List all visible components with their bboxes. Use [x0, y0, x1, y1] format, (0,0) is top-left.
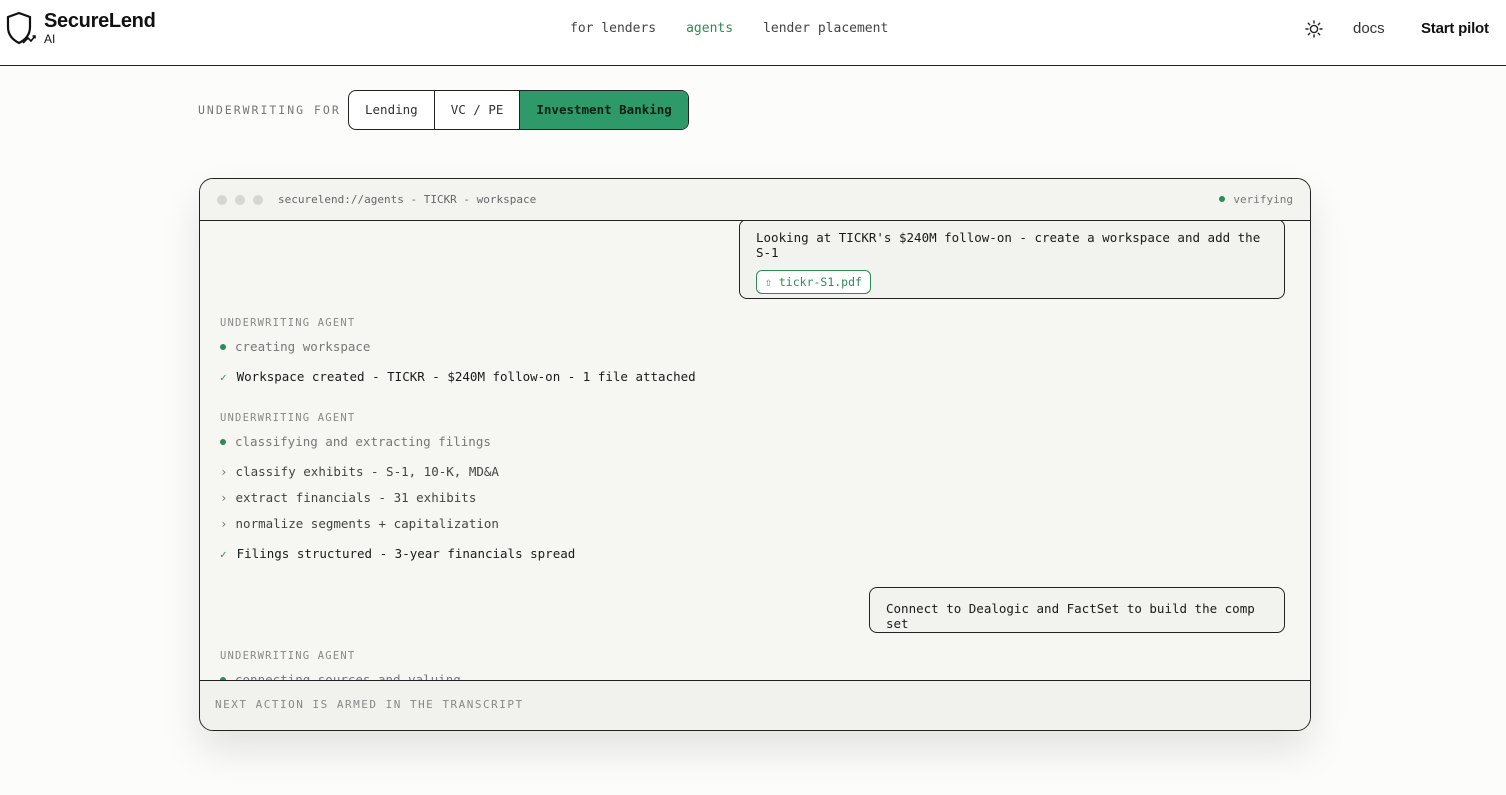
progress-dot-icon [220, 439, 226, 445]
status-dot-icon [1219, 196, 1226, 202]
check-icon: ✓ [220, 548, 227, 561]
substep-item: › extract financials - 31 exhibits [220, 490, 477, 505]
agent-label: UNDERWRITING AGENT [220, 412, 356, 424]
nav-for-lenders[interactable]: for lenders [570, 20, 656, 38]
agent-label: UNDERWRITING AGENT [220, 650, 356, 662]
progress-dot-icon [220, 344, 226, 350]
window-footer: NEXT ACTION IS ARMED IN THE TRANSCRIPT [200, 680, 1310, 730]
footer-text: NEXT ACTION IS ARMED IN THE TRANSCRIPT [215, 698, 524, 711]
workspace-window: securelend://agents - TICKR - workspace … [199, 178, 1311, 731]
chevron-right-icon: › [220, 464, 228, 479]
transcript[interactable]: Looking at TICKR's $240M follow-on - cre… [200, 221, 1310, 681]
user-message-text: Connect to Dealogic and FactSet to build… [886, 601, 1255, 631]
user-message: Looking at TICKR's $240M follow-on - cre… [739, 221, 1285, 299]
brand-sub: AI [44, 32, 56, 46]
underwriting-segmented-control: Lending VC / PE Investment Banking [348, 90, 689, 130]
attachment-chip[interactable]: ⇧ tickr-S1.pdf [756, 270, 871, 294]
top-bar: SecureLend AI for lenders agents lender … [0, 0, 1506, 66]
start-pilot-button[interactable]: Start pilot [1421, 20, 1489, 37]
nav-agents[interactable]: agents [686, 20, 733, 38]
check-icon: ✓ [220, 371, 227, 384]
status-indicator: verifying [1219, 193, 1293, 206]
upload-icon: ⇧ [765, 275, 772, 289]
nav-lender-placement[interactable]: lender placement [763, 20, 888, 38]
window-titlebar: securelend://agents - TICKR - workspace … [200, 179, 1310, 221]
segment-investment-banking[interactable]: Investment Banking [520, 91, 688, 129]
user-message-text: Looking at TICKR's $240M follow-on - cre… [756, 230, 1261, 260]
window-dot-maximize[interactable] [253, 195, 263, 205]
user-message: Connect to Dealogic and FactSet to build… [869, 587, 1285, 633]
window-dot-minimize[interactable] [235, 195, 245, 205]
sun-icon[interactable] [1305, 20, 1323, 38]
substep-item: › normalize segments + capitalization [220, 516, 499, 531]
step-result: ✓ Filings structured - 3-year financials … [220, 546, 576, 561]
docs-link[interactable]: docs [1353, 20, 1385, 37]
segment-lending[interactable]: Lending [349, 91, 435, 129]
agent-label: UNDERWRITING AGENT [220, 317, 356, 329]
window-dot-close[interactable] [217, 195, 227, 205]
step-result: ✓ Workspace created - TICKR - $240M follo… [220, 369, 696, 384]
substep-item: › classify exhibits - S-1, 10-K, MD&A [220, 464, 499, 479]
attachment-name: tickr-S1.pdf [778, 275, 862, 289]
step-status: creating workspace [220, 339, 370, 354]
underwriting-label: UNDERWRITING FOR [198, 103, 341, 117]
brand-logo[interactable]: SecureLend AI [6, 10, 156, 46]
shield-icon [6, 11, 36, 45]
segment-vc-pe[interactable]: VC / PE [435, 91, 521, 129]
step-status: classifying and extracting filings [220, 434, 491, 449]
brand-name: SecureLend [44, 10, 156, 32]
main-nav: for lenders agents lender placement [570, 20, 918, 38]
chevron-right-icon: › [220, 490, 228, 505]
window-title: securelend://agents - TICKR - workspace [278, 193, 537, 206]
chevron-right-icon: › [220, 516, 228, 531]
status-text: verifying [1233, 193, 1293, 206]
